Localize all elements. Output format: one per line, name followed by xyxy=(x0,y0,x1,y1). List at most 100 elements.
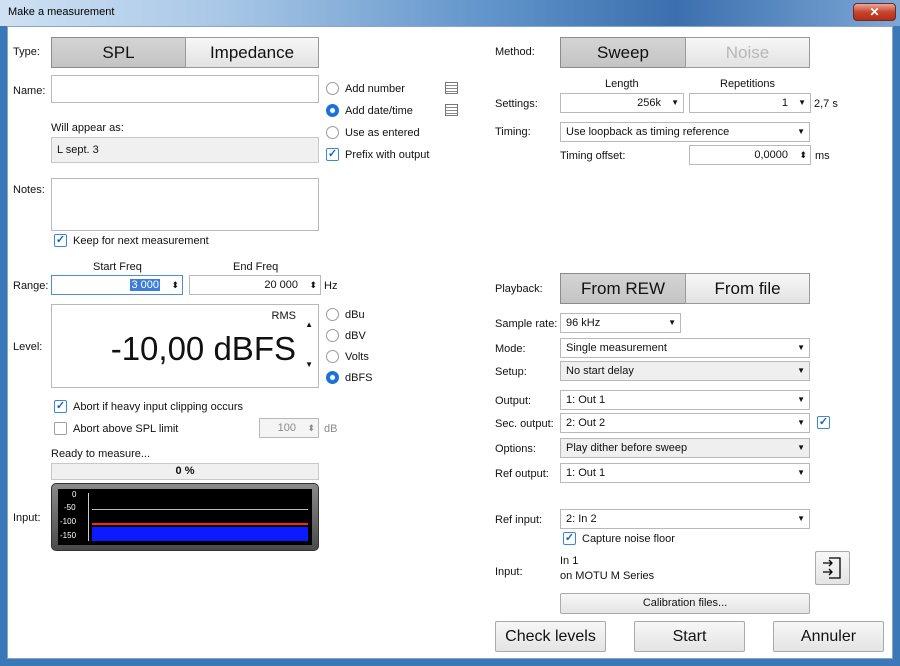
playback-label: Playback: xyxy=(495,283,543,295)
sample-rate-dropdown-icon: ▼ xyxy=(668,318,676,327)
noise-floor-checkbox[interactable]: ✓ xyxy=(563,532,576,545)
repetitions-value: 1 xyxy=(781,97,788,109)
spl-limit-spin-icon[interactable]: ⬍ xyxy=(307,419,315,437)
dialog-window: Make a measurement ✕ Type: SPL Impedance… xyxy=(0,0,900,666)
ref-input-label: Ref input: xyxy=(495,514,543,526)
end-freq-value: 20 000 xyxy=(264,279,298,291)
setup-value: No start delay xyxy=(566,365,634,377)
repetitions-dropdown-icon: ▼ xyxy=(798,98,806,107)
timing-dropdown-icon: ▼ xyxy=(797,127,805,136)
close-icon: ✕ xyxy=(869,5,880,19)
sec-output-label: Sec. output: xyxy=(495,418,554,430)
range-label: Range: xyxy=(13,280,49,292)
end-freq-input[interactable]: 20 000 ⬍ xyxy=(189,275,321,295)
add-number-radio[interactable] xyxy=(326,82,339,95)
timing-value: Use loopback as timing reference xyxy=(566,126,730,138)
type-spl-button[interactable]: SPL xyxy=(51,37,186,68)
abort-spl-checkbox[interactable] xyxy=(54,422,67,435)
length-select[interactable]: 256k ▼ xyxy=(560,93,684,113)
timing-select[interactable]: Use loopback as timing reference ▼ xyxy=(560,122,810,142)
length-dropdown-icon: ▼ xyxy=(671,98,679,107)
timing-offset-label: Timing offset: xyxy=(560,150,626,162)
keep-notes-label: Keep for next measurement xyxy=(73,235,209,247)
abort-clipping-checkbox[interactable]: ✓ xyxy=(54,400,67,413)
notes-input[interactable] xyxy=(51,178,319,231)
type-label: Type: xyxy=(13,46,40,58)
method-noise-button[interactable]: Noise xyxy=(685,37,810,68)
sec-output-select[interactable]: 2: Out 2 ▼ xyxy=(560,413,810,433)
unit-volts-label: Volts xyxy=(345,351,369,363)
check-levels-button[interactable]: Check levels xyxy=(495,621,606,652)
number-list-icon[interactable] xyxy=(445,82,458,94)
abort-clipping-label: Abort if heavy input clipping occurs xyxy=(73,401,243,413)
unit-volts-radio[interactable] xyxy=(326,350,339,363)
end-freq-spin-icon[interactable]: ⬍ xyxy=(309,276,317,294)
ref-output-select[interactable]: 1: Out 1 ▼ xyxy=(560,463,810,483)
sample-rate-select[interactable]: 96 kHz ▼ xyxy=(560,313,681,333)
sec-output-checkbox[interactable]: ✓ xyxy=(817,416,830,429)
unit-dbfs-label: dBFS xyxy=(345,372,373,384)
timing-offset-value: 0,0000 xyxy=(754,149,788,161)
playback-rew-button[interactable]: From REW xyxy=(560,273,686,304)
input-meter-label: Input: xyxy=(13,512,41,524)
mode-select[interactable]: Single measurement ▼ xyxy=(560,338,810,358)
status-text: Ready to measure... xyxy=(51,448,151,460)
name-label: Name: xyxy=(13,85,46,97)
level-label: Level: xyxy=(13,341,43,353)
ref-output-dropdown-icon: ▼ xyxy=(797,468,805,477)
keep-notes-checkbox[interactable]: ✓ xyxy=(54,234,67,247)
input-select-icon xyxy=(823,557,841,579)
cancel-button[interactable]: Annuler xyxy=(773,621,884,652)
add-datetime-radio[interactable] xyxy=(326,104,339,117)
noise-floor-label: Capture noise floor xyxy=(582,533,675,545)
sample-rate-label: Sample rate: xyxy=(495,318,558,330)
use-as-entered-label: Use as entered xyxy=(345,127,420,139)
unit-dbu-radio[interactable] xyxy=(326,308,339,321)
playback-file-button[interactable]: From file xyxy=(685,273,810,304)
mode-label: Mode: xyxy=(495,343,526,355)
prefix-label: Prefix with output xyxy=(345,149,430,161)
level-display[interactable]: RMS -10,00 dBFS ▲ ▼ xyxy=(51,304,319,388)
method-sweep-button[interactable]: Sweep xyxy=(560,37,686,68)
options-dropdown-icon: ▼ xyxy=(797,443,805,452)
start-freq-header: Start Freq xyxy=(93,261,142,273)
setup-select[interactable]: No start delay ▼ xyxy=(560,361,810,381)
input-meter-screen: 0 -50 -100 -150 xyxy=(58,489,312,545)
repetitions-select[interactable]: 1 ▼ xyxy=(689,93,811,113)
spl-limit-input[interactable]: 100 ⬍ xyxy=(259,418,319,438)
abort-spl-label: Abort above SPL limit xyxy=(73,423,179,435)
unit-dbv-radio[interactable] xyxy=(326,329,339,342)
use-as-entered-radio[interactable] xyxy=(326,126,339,139)
length-header: Length xyxy=(605,78,639,90)
notes-label: Notes: xyxy=(13,184,45,196)
close-button[interactable]: ✕ xyxy=(853,3,896,21)
sweep-duration: 2,7 s xyxy=(814,98,838,110)
setup-dropdown-icon: ▼ xyxy=(797,366,805,375)
timing-offset-input[interactable]: 0,0000 ⬍ xyxy=(689,145,811,165)
type-impedance-button[interactable]: Impedance xyxy=(185,37,319,68)
input-select-button[interactable] xyxy=(815,551,850,585)
add-number-label: Add number xyxy=(345,83,405,95)
ref-input-select[interactable]: 2: In 2 ▼ xyxy=(560,509,810,529)
datetime-list-icon[interactable] xyxy=(445,104,458,116)
level-up-icon[interactable]: ▲ xyxy=(305,320,313,329)
start-freq-input[interactable]: 3 000 ⬍ xyxy=(51,275,183,295)
output-select[interactable]: 1: Out 1 ▼ xyxy=(560,390,810,410)
input-meter: 0 -50 -100 -150 xyxy=(51,483,319,551)
start-button[interactable]: Start xyxy=(634,621,745,652)
unit-dbu-label: dBu xyxy=(345,309,365,321)
meter-tick-100: -100 xyxy=(60,517,77,526)
name-input[interactable] xyxy=(51,75,319,103)
will-appear-label: Will appear as: xyxy=(51,122,124,134)
timing-offset-unit: ms xyxy=(815,150,830,162)
options-select[interactable]: Play dither before sweep ▼ xyxy=(560,438,810,458)
start-freq-spin-icon[interactable]: ⬍ xyxy=(171,276,179,294)
unit-dbfs-radio[interactable] xyxy=(326,371,339,384)
sample-rate-value: 96 kHz xyxy=(566,317,601,329)
will-appear-value: L sept. 3 xyxy=(51,137,319,163)
level-down-icon[interactable]: ▼ xyxy=(305,360,313,369)
calibration-files-button[interactable]: Calibration files... xyxy=(560,593,810,614)
input-device-line1: In 1 xyxy=(560,555,579,567)
timing-offset-spin-icon[interactable]: ⬍ xyxy=(799,146,807,164)
prefix-checkbox[interactable]: ✓ xyxy=(326,148,339,161)
